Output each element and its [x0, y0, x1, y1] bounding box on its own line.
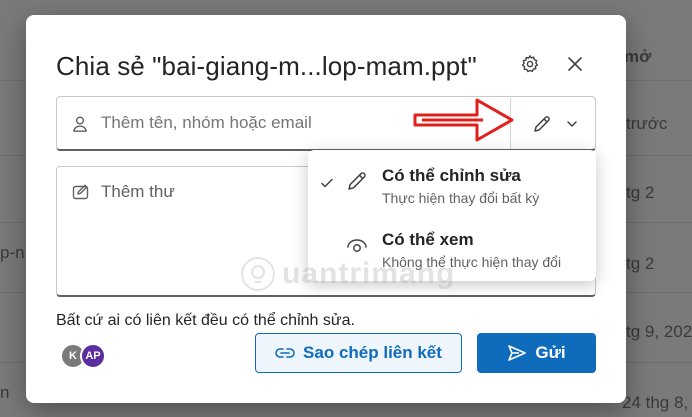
menu-item-title: Có thể chỉnh sửa [382, 166, 521, 185]
table-cell: n [0, 383, 10, 402]
close-button[interactable] [560, 49, 590, 79]
menu-item-can-edit[interactable]: Có thể chỉnh sửa Thực hiện thay đổi bất … [308, 154, 596, 216]
pencil-icon [534, 116, 550, 132]
pencil-icon [346, 170, 368, 197]
close-icon [568, 57, 582, 71]
watermark-text: uantrimang [282, 257, 456, 290]
table-cell: tg 2 [626, 183, 655, 202]
compose-icon [72, 183, 90, 206]
column-header: mở [624, 47, 652, 66]
send-button[interactable]: Gửi [477, 333, 596, 373]
permission-dropdown-button[interactable] [523, 109, 587, 139]
copy-link-button[interactable]: Sao chép liên kết [255, 333, 462, 373]
avatar[interactable]: AP [80, 343, 106, 369]
checkmark-icon [320, 176, 334, 195]
settings-button[interactable] [515, 49, 545, 79]
people-input[interactable] [101, 113, 401, 133]
watermark: uantrimang [238, 252, 468, 296]
link-icon [275, 348, 295, 358]
people-picker [56, 96, 596, 151]
menu-item-subtitle: Thực hiện thay đổi bất kỳ [382, 190, 540, 206]
table-cell: 24 thg 8, 202 [622, 393, 692, 412]
send-icon [508, 345, 527, 361]
chevron-down-icon [567, 121, 577, 128]
table-cell: trước [626, 114, 668, 133]
table-cell: tg 2 [626, 254, 655, 273]
copy-link-label: Sao chép liên kết [303, 343, 442, 362]
table-cell: p-n [0, 243, 25, 262]
link-permission-text: Bất cứ ai có liên kết đều có thể chỉnh s… [56, 312, 355, 329]
send-label: Gửi [535, 343, 566, 362]
avatar-initials: K [69, 350, 77, 362]
avatar-initials: AP [85, 350, 101, 362]
watermark-logo-icon [241, 257, 275, 291]
table-cell: tg 9, 202 [626, 322, 692, 341]
gear-icon [521, 55, 539, 73]
person-icon [71, 115, 89, 138]
dialog-title: Chia sẻ "bai-giang-m...lop-mam.ppt" [56, 51, 477, 81]
menu-item-title: Có thể xem [382, 230, 474, 249]
annotation-arrow-icon [413, 98, 514, 142]
message-placeholder: Thêm thư [101, 182, 175, 201]
